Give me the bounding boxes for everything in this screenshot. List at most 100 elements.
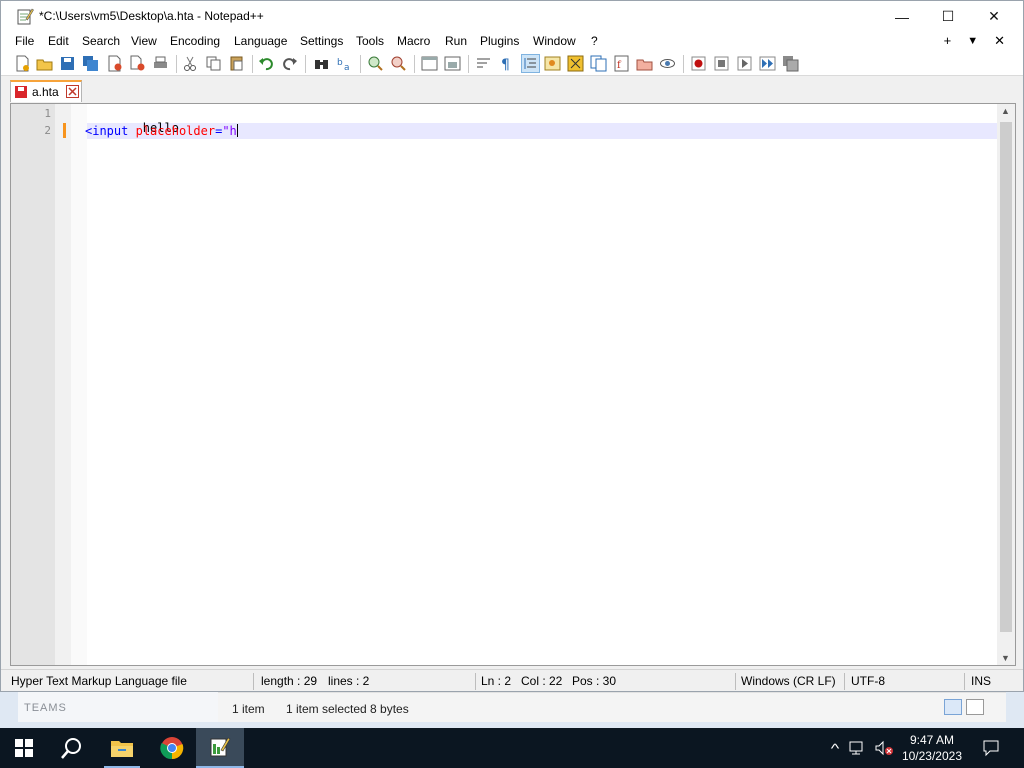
scrollbar-thumb[interactable] [1000,122,1012,632]
document-list-icon[interactable] [590,55,607,72]
open-file-icon[interactable] [36,55,53,72]
toolbar-separator [414,55,415,73]
sync-vertical-icon[interactable] [421,55,438,72]
html-string-token: "h [222,124,237,138]
close-document-icon[interactable]: ✕ [994,33,1005,49]
close-all-icon[interactable] [129,55,146,72]
copy-icon[interactable] [205,55,222,72]
toolbar-separator [176,55,177,73]
status-encoding[interactable]: UTF-8 [849,670,885,692]
word-wrap-icon[interactable] [475,55,492,72]
menu-view[interactable]: View [131,34,157,48]
menu-file[interactable]: File [15,34,34,48]
zoom-out-icon[interactable] [390,55,407,72]
menu-macro[interactable]: Macro [397,34,430,48]
menu-window[interactable]: Window [533,34,576,48]
toolbar-separator [252,55,253,73]
title-bar[interactable]: *C:\Users\vm5\Desktop\a.hta - Notepad++ … [1,1,1023,32]
taskbar-notepadpp[interactable] [196,728,244,768]
user-defined-language-icon[interactable] [544,55,561,72]
scroll-up-arrow-icon[interactable]: ▲ [1001,106,1010,116]
line-number: 1 [44,107,51,120]
explorer-status-bar: 1 item 1 item selected 8 bytes [218,692,1006,722]
tab-a-hta[interactable]: a.hta [10,80,82,102]
text-area[interactable]: hello <input placeholder="h [85,104,997,665]
editor-pane[interactable]: 1 2 hello <input placeholder="h ▲ ▼ [10,103,1016,666]
menu-tools[interactable]: Tools [356,34,384,48]
explorer-nav-pane: TEAMS [18,692,218,722]
status-divider [844,673,845,690]
undo-icon[interactable] [258,55,275,72]
macro-record-icon[interactable] [690,55,707,72]
document-map-icon[interactable] [567,55,584,72]
minimize-button[interactable]: — [879,1,925,32]
macro-save-icon[interactable] [782,55,799,72]
code-line-2: <input placeholder="h [85,124,238,138]
close-button[interactable]: ✕ [971,1,1017,32]
menu-language[interactable]: Language [234,34,287,48]
menu-encoding[interactable]: Encoding [170,34,220,48]
print-icon[interactable] [152,55,169,72]
menu-run[interactable]: Run [445,34,467,48]
show-all-characters-icon[interactable]: ¶ [498,55,515,72]
macro-play-icon[interactable] [736,55,753,72]
new-file-icon[interactable] [14,55,31,72]
text-caret [236,124,238,137]
menu-help[interactable]: ? [591,34,598,48]
status-lines: lines : 2 [328,674,370,688]
status-column: Col : 22 [521,674,563,688]
sync-horizontal-icon[interactable] [444,55,461,72]
status-divider [475,673,476,690]
window-title: *C:\Users\vm5\Desktop\a.hta - Notepad++ [39,9,264,23]
line-number-margin: 1 2 [11,104,55,665]
menu-edit[interactable]: Edit [48,34,69,48]
cut-icon[interactable] [182,55,199,72]
action-center-icon[interactable] [982,739,1000,757]
save-icon[interactable] [59,55,76,72]
menu-plugins[interactable]: Plugins [480,34,519,48]
menu-search[interactable]: Search [82,34,120,48]
volume-muted-icon[interactable] [874,740,894,756]
search-button[interactable] [48,728,96,768]
tray-overflow-chevron-icon[interactable]: ^ [831,741,840,756]
function-list-icon[interactable]: f [613,55,630,72]
menu-settings[interactable]: Settings [300,34,343,48]
monitoring-eye-icon[interactable] [659,55,676,72]
fold-margin[interactable] [71,104,87,665]
indent-guide-icon[interactable] [521,54,540,73]
taskbar-chrome[interactable] [148,728,196,768]
find-icon[interactable] [313,55,330,72]
toolbar-separator [305,55,306,73]
zoom-in-icon[interactable] [367,55,384,72]
status-file-type: Hyper Text Markup Language file [11,674,187,688]
maximize-button[interactable]: ☐ [925,1,971,32]
clock[interactable]: 9:47 AM 10/23/2023 [902,732,962,764]
details-view-icon[interactable] [944,699,962,715]
line-number: 2 [44,124,51,137]
clock-time: 9:47 AM [909,733,954,747]
new-tab-plus-icon[interactable]: + [944,33,952,49]
network-icon[interactable] [848,740,866,756]
close-file-icon[interactable] [106,55,123,72]
notepadpp-app-icon [17,8,34,25]
tab-close-icon[interactable] [66,85,79,98]
taskbar-file-explorer[interactable] [98,728,146,768]
macro-stop-icon[interactable] [713,55,730,72]
folder-icon [111,741,133,757]
tab-list-dropdown-icon[interactable]: ▼ [967,33,978,49]
scroll-down-arrow-icon[interactable]: ▼ [1001,653,1010,663]
html-tag-token: <input [85,124,129,138]
redo-icon[interactable] [281,55,298,72]
folder-as-workspace-icon[interactable] [636,55,653,72]
status-eol-format[interactable]: Windows (CR LF) [739,670,836,692]
paste-icon[interactable] [228,55,245,72]
start-button[interactable] [0,728,48,768]
save-all-icon[interactable] [82,55,99,72]
status-insert-mode[interactable]: INS [969,670,991,692]
bookmark-margin[interactable] [55,104,71,665]
replace-icon[interactable]: ba [336,55,353,72]
large-icons-view-icon[interactable] [966,699,984,715]
vertical-scrollbar[interactable]: ▲ ▼ [997,104,1015,665]
macro-run-multiple-icon[interactable] [759,55,776,72]
toolbar-separator [683,55,684,73]
